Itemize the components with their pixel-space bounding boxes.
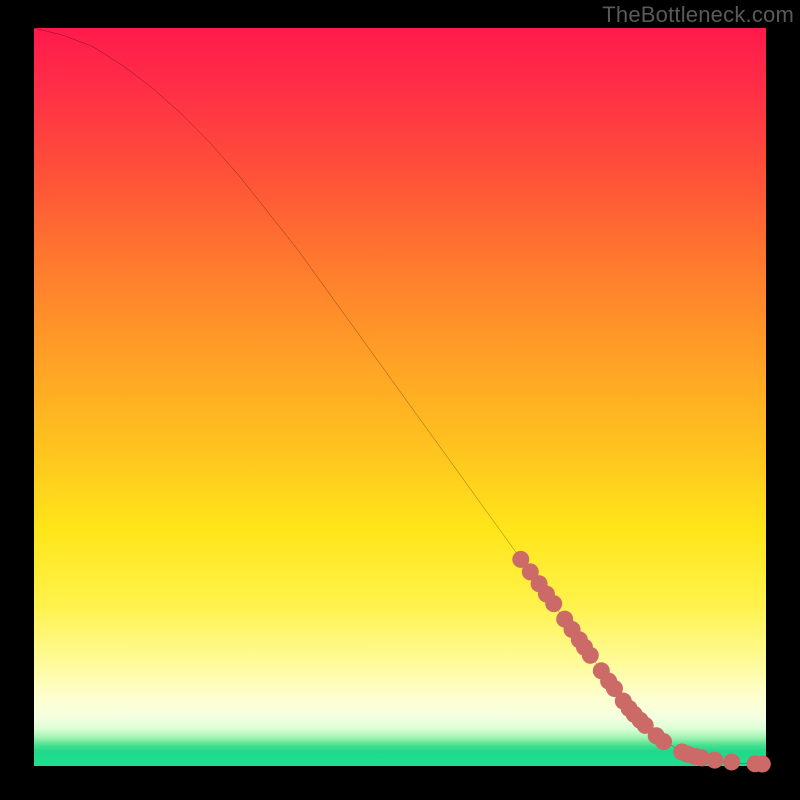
- chart-frame: TheBottleneck.com: [0, 0, 800, 800]
- curve-marker: [545, 595, 562, 612]
- curve-marker: [655, 733, 672, 750]
- curve-marker: [723, 753, 740, 770]
- curve-markers: [512, 551, 771, 773]
- curve-marker: [582, 647, 599, 664]
- curve-marker: [706, 752, 723, 769]
- curve-layer: [34, 28, 766, 766]
- plot-area: [34, 28, 766, 766]
- watermark-text: TheBottleneck.com: [602, 2, 794, 28]
- curve-marker: [754, 756, 771, 773]
- bottleneck-curve: [34, 28, 766, 764]
